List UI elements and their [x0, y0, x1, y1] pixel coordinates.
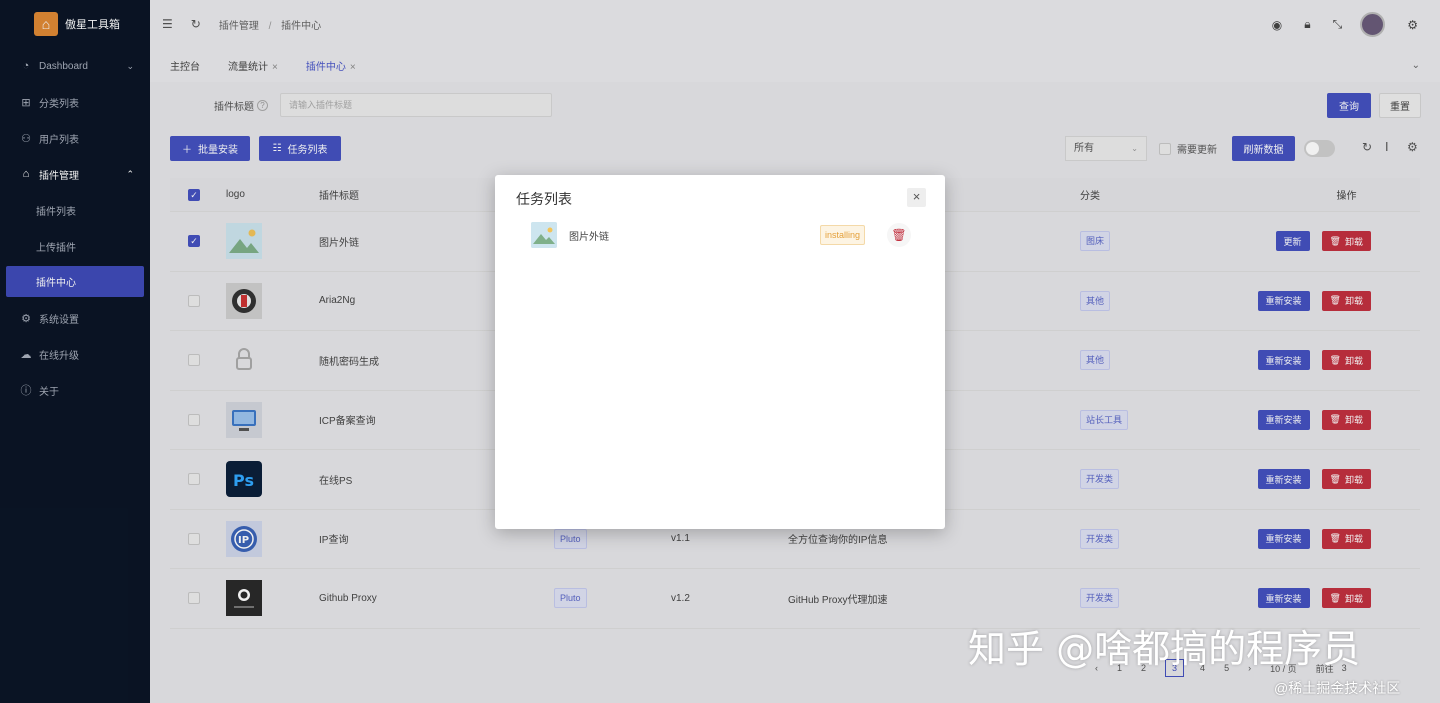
watermark-sub: @稀土掘金技术社区 — [1274, 680, 1401, 696]
status-badge: installing — [820, 225, 866, 245]
task-list-modal: 任务列表 × 图片外链 installing 🗑︎ — [495, 175, 945, 529]
delete-icon[interactable]: 🗑︎ — [887, 223, 911, 247]
close-icon[interactable]: × — [907, 188, 926, 207]
modal-title: 任务列表 — [516, 191, 572, 207]
image-icon — [531, 222, 557, 248]
task-item: 图片外链 installing 🗑︎ — [531, 222, 911, 248]
watermark: 知乎 @啥都搞的程序员 — [968, 627, 1361, 671]
task-name: 图片外链 — [569, 231, 609, 243]
